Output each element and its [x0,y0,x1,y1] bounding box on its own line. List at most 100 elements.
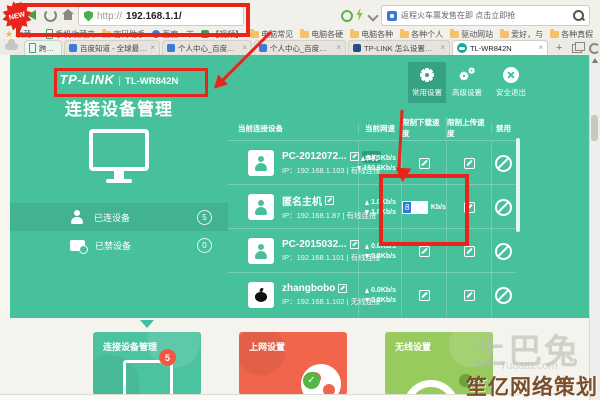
edit-upload-limit-button[interactable] [464,158,475,169]
bookmark-folder[interactable]: 爱好，与 [500,29,543,40]
device-ip: IP：192.168.1.103 | 有线连接 [282,165,381,176]
check-badge: ✓ [303,372,320,389]
gear-icon [419,67,435,83]
device-avatar [248,150,274,176]
browser-scrollbar[interactable] [589,55,600,400]
upload-arrow-icon [365,288,369,293]
bookmark-folder[interactable]: 电脑常见 [250,29,293,40]
phone-icon [29,43,36,53]
ban-device-icon[interactable] [495,287,512,304]
edit-name-icon[interactable] [325,196,334,205]
sidebar-item-banned-devices[interactable]: 已禁设备 0 [10,231,228,259]
edit-name-icon[interactable] [338,284,347,293]
tab-logout[interactable]: 安全退出 [492,62,530,103]
wifi-icon [403,380,459,395]
tab-personal-center-1[interactable]: 个人中心_百度知道× [162,40,252,55]
close-icon[interactable]: × [538,44,543,52]
table-scrollbar[interactable] [516,138,520,232]
search-engine-icon [387,11,397,21]
edit-name-icon[interactable] [350,152,359,161]
col-header-ban: 禁用 [491,123,515,134]
annotation-box-url [16,3,250,37]
scrollbar-thumb[interactable] [591,115,598,141]
screen: NEW http://192.168.1.1/ 返程火车票发售在即 点击立即抢 … [0,0,600,400]
tab-router-admin[interactable]: TL-WR842N× [452,40,548,55]
annotation-box-logo [54,68,208,97]
search-icon[interactable] [573,10,584,21]
tab-advanced-settings[interactable]: 高级设置 [448,62,486,103]
device-row: zhangbobo IP：192.168.1.102 | 无线连接 0.0Kb/… [228,272,515,317]
device-name: PC-2015032... [282,239,347,250]
edit-download-limit-button[interactable] [419,158,430,169]
tab-common-settings[interactable]: 常用设置 [408,62,446,103]
folder-icon [400,31,409,38]
banned-box-icon [70,240,85,251]
bookmark-folder[interactable]: 电脑各硬 [300,29,343,40]
bookmark-folder[interactable]: 各种个人 [400,29,443,40]
device-name: zhangbobo [282,283,335,294]
tab-favicon [259,44,267,52]
edit-upload-limit-button[interactable] [464,246,475,257]
device-avatar [248,282,274,308]
annotation-arrowhead-input [395,167,412,182]
device-row: PC-2015032... IP：192.168.1.101 | 有线连接 0.… [228,228,515,273]
bookmark-folder[interactable]: 电脑各种 [350,29,393,40]
col-header-download-limit: 限制下载速度 [401,117,446,139]
new-badge-label: NEW [8,11,26,22]
upload-arrow-icon [361,156,365,161]
tab-cross-screen[interactable]: 跨屏浏览 [24,40,62,55]
tab-tplink-howto[interactable]: TP-LINK 怎么设置限速_百度× [348,40,450,55]
folder-icon [550,31,559,38]
device-count-badge: 5 [159,349,176,366]
bookmark-folder[interactable]: 驱动网站 [450,29,493,40]
device-name: PC-2012072... [282,151,347,162]
tab-favicon [353,44,361,52]
folder-icon [350,31,359,38]
device-row: 匿名主机 IP：192.168.1.87 | 有线连接 1.0Kb/s1.0Kb… [228,184,515,229]
ban-device-icon[interactable] [495,243,512,260]
close-icon[interactable]: × [150,44,155,52]
col-header-speed: 当前网速 [358,123,401,134]
annotation-box-limit-input [379,174,469,246]
tab-baidu-zhidao[interactable]: 百度知道 - 全球最大中文互…× [64,40,160,55]
tab-personal-center-2[interactable]: 个人中心_百度知道× [254,40,346,55]
page-title: 连接设备管理 [10,95,228,120]
device-row: PC-2012072...本机 IP：192.168.1.103 | 有线连接 … [228,140,515,185]
ban-device-icon[interactable] [495,199,512,216]
search-input[interactable]: 返程火车票发售在即 点击立即抢 [381,5,590,26]
tab-list-button[interactable] [572,44,582,53]
edit-upload-limit-button[interactable] [464,290,475,301]
device-ip: IP：192.168.1.102 | 无线连接 [282,296,381,307]
card-internet-settings[interactable]: 上网设置 ✓ [239,332,347,395]
watermark-brand: 笙亿网络策划 [466,371,598,400]
close-icon[interactable]: × [242,44,247,52]
search-hotword: 返程火车票发售在即 点击立即抢 [401,10,515,21]
folder-icon [300,31,309,38]
edit-download-limit-button[interactable] [419,246,430,257]
cloud-sync-icon[interactable] [5,43,18,50]
menu-label: 已连设备 [94,211,130,224]
new-tab-button[interactable]: + [556,42,562,54]
star-icon: ★ [5,30,13,38]
card-device-management[interactable]: 连接设备管理 5 [93,332,201,395]
logout-x-icon [503,67,519,83]
page-margin [0,55,10,318]
device-avatar [248,238,274,264]
apple-icon [255,289,267,302]
pc-user-icon [254,244,268,259]
bookmark-folder[interactable]: 各种真假 [550,29,593,40]
adblock-icon[interactable] [341,10,353,22]
edit-name-icon[interactable] [350,240,359,249]
edit-download-limit-button[interactable] [419,290,430,301]
close-icon[interactable]: × [440,44,445,52]
person-icon [70,210,84,224]
close-icon[interactable]: × [336,44,341,52]
reopen-tab-button[interactable] [589,43,600,54]
scroll-up-icon[interactable] [592,58,598,63]
chevron-down-icon [140,320,154,328]
double-gear-icon [459,67,475,83]
pc-user-icon [254,156,268,171]
sidebar-item-connected-devices[interactable]: 已连设备 5 [10,203,228,231]
ban-device-icon[interactable] [495,155,512,172]
tab-favicon [69,44,77,52]
